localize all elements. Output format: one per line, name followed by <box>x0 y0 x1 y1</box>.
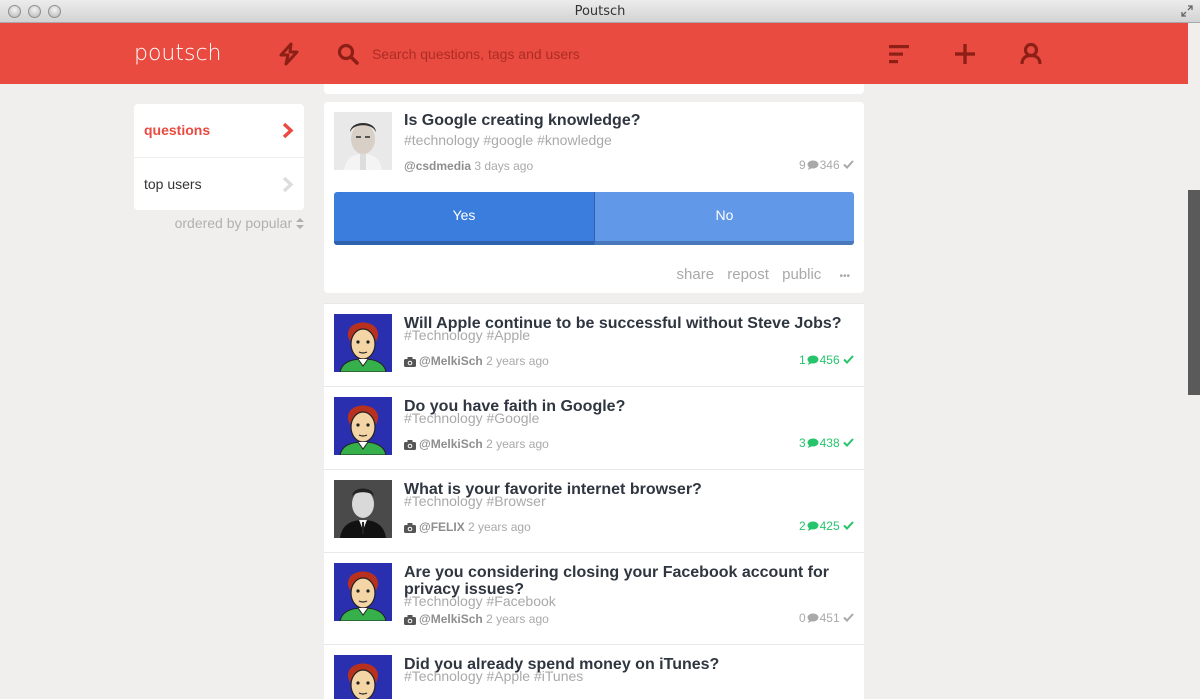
sort-order-label: ordered by popular <box>174 215 293 231</box>
fullscreen-icon[interactable] <box>1180 4 1194 18</box>
user-icon[interactable] <box>1018 41 1044 67</box>
comment-icon <box>807 521 819 531</box>
vote-yes-button[interactable]: Yes <box>334 192 594 245</box>
sidebar-item-label: top users <box>144 176 202 192</box>
logo[interactable]: poutsch <box>134 41 222 66</box>
check-icon <box>843 160 854 169</box>
question-tags[interactable]: #technology #google #knowledge <box>404 132 612 148</box>
vote-buttons: Yes No <box>334 192 854 245</box>
question-row[interactable]: Do you have faith in Google? #Technology … <box>324 386 864 469</box>
avatar[interactable] <box>334 563 392 621</box>
camera-icon <box>404 357 416 367</box>
avatar[interactable] <box>334 480 392 538</box>
more-options-button[interactable]: ••• <box>839 271 850 282</box>
sidebar-item-top-users[interactable]: top users <box>134 157 304 210</box>
scrollbar-thumb[interactable] <box>1188 190 1200 395</box>
question-tags[interactable]: #Technology #Apple <box>404 327 530 343</box>
check-icon <box>843 521 854 530</box>
question-stats: 0 451 <box>799 611 854 625</box>
question-stats: 2 425 <box>799 519 854 533</box>
camera-icon <box>404 615 416 625</box>
question-list: Will Apple continue to be successful wit… <box>324 303 864 699</box>
question-meta: @csdmedia 3 days ago <box>404 159 533 173</box>
question-author[interactable]: @MelkiSch <box>419 612 483 626</box>
sort-icon[interactable] <box>887 41 913 67</box>
question-stats: 1 456 <box>799 353 854 367</box>
question-tags[interactable]: #Technology #Google <box>404 410 539 426</box>
search-icon[interactable] <box>335 41 361 67</box>
chevron-right-icon <box>282 176 294 193</box>
comment-count: 9 <box>798 158 806 172</box>
question-tags[interactable]: #Technology #Browser <box>404 493 546 509</box>
search-input[interactable] <box>372 41 792 67</box>
comment-icon <box>807 438 819 448</box>
question-author[interactable]: @MelkiSch <box>419 437 483 451</box>
question-author[interactable]: @FELIX <box>419 520 465 534</box>
avatar[interactable] <box>334 397 392 455</box>
sidebar-item-questions[interactable]: questions <box>134 104 304 157</box>
featured-question-card[interactable]: Is Google creating knowledge? #technolog… <box>324 102 864 293</box>
question-actions: share repost public ••• <box>668 266 850 283</box>
vote-count: 456 <box>819 353 840 367</box>
sort-arrows-icon <box>296 218 304 229</box>
card-gap <box>324 293 864 303</box>
question-title[interactable]: Is Google creating knowledge? <box>404 112 844 129</box>
question-author[interactable]: @MelkiSch <box>419 354 483 368</box>
sort-order-selector[interactable]: ordered by popular <box>134 215 304 231</box>
question-time: 2 years ago <box>486 612 549 626</box>
avatar[interactable] <box>334 655 392 699</box>
question-stats: 3 438 <box>799 436 854 450</box>
question-row[interactable]: Did you already spend money on iTunes? #T… <box>324 644 864 699</box>
question-feed: Is Google creating knowledge? #technolog… <box>324 84 864 699</box>
question-stats: 9 346 <box>799 158 854 172</box>
app-header: poutsch <box>0 23 1188 84</box>
question-meta: @MelkiSch 2 years ago <box>404 437 549 451</box>
comment-icon <box>807 160 819 170</box>
question-author[interactable]: @csdmedia <box>404 159 471 173</box>
comment-count: 3 <box>798 436 806 450</box>
comment-count: 1 <box>798 353 806 367</box>
question-time: 2 years ago <box>486 354 549 368</box>
question-meta: @MelkiSch 2 years ago <box>404 612 549 626</box>
vote-no-button[interactable]: No <box>594 192 854 245</box>
question-time: 2 years ago <box>486 437 549 451</box>
question-row[interactable]: Will Apple continue to be successful wit… <box>324 303 864 386</box>
avatar[interactable] <box>334 314 392 372</box>
comment-icon <box>807 613 819 623</box>
comment-count: 0 <box>798 611 806 625</box>
question-time: 3 days ago <box>474 159 534 173</box>
scrollbar[interactable] <box>1188 23 1200 699</box>
vote-count: 438 <box>819 436 840 450</box>
plus-icon[interactable] <box>952 41 978 67</box>
question-row[interactable]: What is your favorite internet browser? #… <box>324 469 864 552</box>
window-title: Poutsch <box>574 4 626 19</box>
vote-count: 425 <box>819 519 840 533</box>
repost-link[interactable]: repost <box>727 266 769 283</box>
camera-icon <box>404 440 416 450</box>
question-meta: @FELIX 2 years ago <box>404 520 531 534</box>
comment-icon <box>807 355 819 365</box>
lightning-icon[interactable] <box>276 41 302 67</box>
comment-count: 2 <box>798 519 806 533</box>
question-meta: @MelkiSch 2 years ago <box>404 354 549 368</box>
window-titlebar: Poutsch <box>0 0 1200 23</box>
check-icon <box>843 613 854 622</box>
question-row[interactable]: Are you considering closing your Faceboo… <box>324 552 864 644</box>
sidebar: questions top users <box>134 104 304 210</box>
previous-card-bottom <box>324 84 864 94</box>
chevron-right-icon <box>282 122 294 139</box>
avatar[interactable] <box>334 112 392 170</box>
vote-count: 451 <box>819 611 840 625</box>
public-link[interactable]: public <box>782 266 821 283</box>
question-time: 2 years ago <box>468 520 531 534</box>
question-tags[interactable]: #Technology #Facebook <box>404 593 556 609</box>
check-icon <box>843 438 854 447</box>
share-link[interactable]: share <box>677 266 715 283</box>
check-icon <box>843 355 854 364</box>
question-tags[interactable]: #Technology #Apple #iTunes <box>404 668 583 684</box>
vote-count: 346 <box>819 158 840 172</box>
sidebar-item-label: questions <box>144 122 211 138</box>
camera-icon <box>404 523 416 533</box>
